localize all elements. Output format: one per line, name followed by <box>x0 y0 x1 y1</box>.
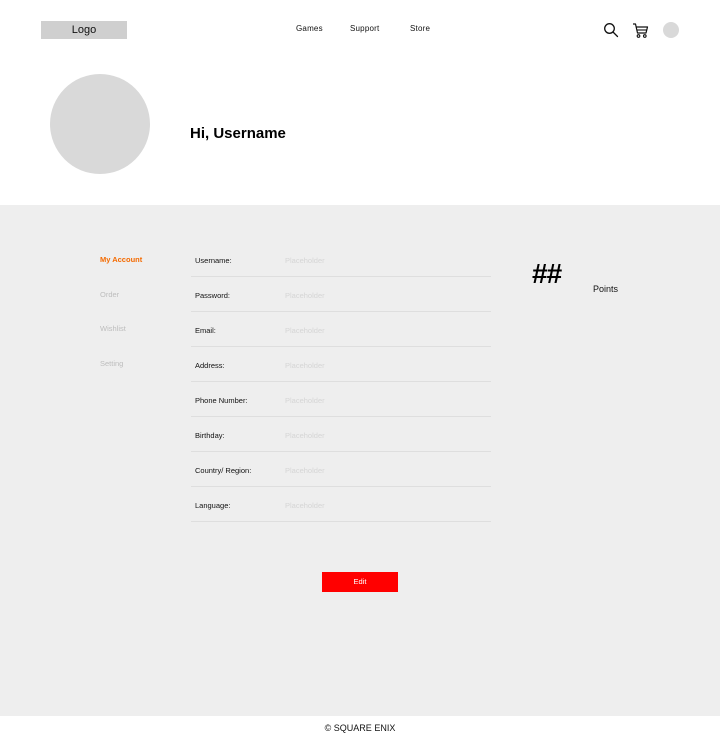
field-label: Birthday: <box>195 431 225 440</box>
field-label: Password: <box>195 291 231 300</box>
points-value: ## <box>532 258 562 289</box>
cart-icon[interactable] <box>632 22 649 39</box>
field-language: Language: Placeholder <box>191 487 491 522</box>
profile-avatar <box>50 74 150 174</box>
footer-copyright: © SQUARE ENIX <box>0 716 720 741</box>
username-input[interactable]: Placeholder <box>285 256 325 265</box>
phone-input[interactable]: Placeholder <box>285 396 325 405</box>
field-address: Address: Placeholder <box>191 347 491 382</box>
edit-button[interactable]: Edit <box>322 572 398 592</box>
menu-my-account[interactable]: My Account <box>100 255 142 264</box>
menu-wishlist[interactable]: Wishlist <box>100 324 126 333</box>
language-input[interactable]: Placeholder <box>285 501 325 510</box>
greeting-title: Hi, Username <box>190 125 286 142</box>
field-label: Address: <box>195 361 225 370</box>
header: Logo Games Support Store <box>0 0 720 60</box>
menu-order[interactable]: Order <box>100 290 119 299</box>
field-country: Country/ Region: Placeholder <box>191 452 491 487</box>
logo[interactable]: Logo <box>41 21 127 39</box>
address-input[interactable]: Placeholder <box>285 361 325 370</box>
password-input[interactable]: Placeholder <box>285 291 325 300</box>
field-birthday: Birthday: Placeholder <box>191 417 491 452</box>
field-label: Phone Number: <box>195 396 248 405</box>
birthday-input[interactable]: Placeholder <box>285 431 325 440</box>
menu-setting[interactable]: Setting <box>100 359 123 368</box>
country-input[interactable]: Placeholder <box>285 466 325 475</box>
field-email: Email: Placeholder <box>191 312 491 347</box>
nav-games[interactable]: Games <box>296 24 336 33</box>
search-icon[interactable] <box>603 22 619 38</box>
account-panel: My Account Order Wishlist Setting Userna… <box>0 205 720 716</box>
user-avatar[interactable] <box>663 22 679 38</box>
field-label: Username: <box>195 256 232 265</box>
account-form: Username: Placeholder Password: Placehol… <box>191 242 491 522</box>
points-label: Points <box>593 284 619 294</box>
field-label: Language: <box>195 501 231 510</box>
field-label: Country/ Region: <box>195 466 252 475</box>
field-password: Password: Placeholder <box>191 277 491 312</box>
field-username: Username: Placeholder <box>191 242 491 277</box>
nav-store[interactable]: Store <box>410 24 450 33</box>
nav-support[interactable]: Support <box>350 24 400 33</box>
field-phone: Phone Number: Placeholder <box>191 382 491 417</box>
email-input[interactable]: Placeholder <box>285 326 325 335</box>
field-label: Email: <box>195 326 216 335</box>
